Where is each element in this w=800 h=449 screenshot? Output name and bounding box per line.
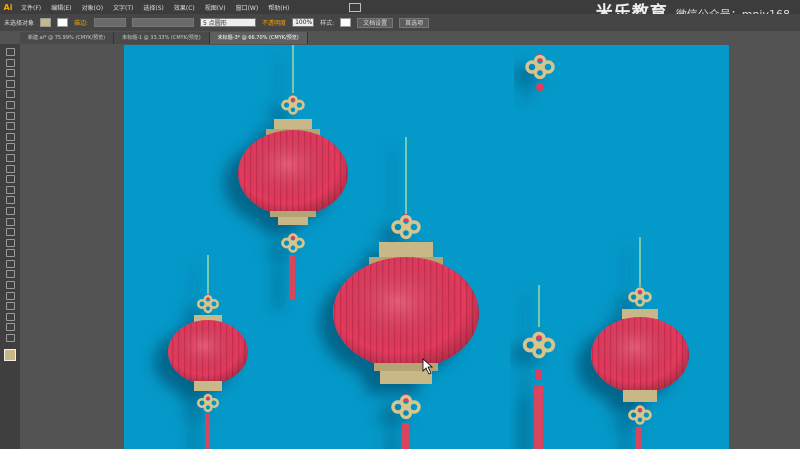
- pen-tool-icon[interactable]: [5, 90, 15, 99]
- rotate-tool-icon[interactable]: [5, 175, 15, 184]
- zoom-tool-icon[interactable]: [5, 334, 15, 343]
- mesh-tool-icon[interactable]: [5, 238, 15, 247]
- hand-tool-icon[interactable]: [5, 323, 15, 332]
- arrange-documents-icon[interactable]: [349, 2, 362, 12]
- slice-tool-icon[interactable]: [5, 312, 15, 321]
- opacity-label[interactable]: 不透明度: [262, 18, 286, 27]
- pencil-tool-icon[interactable]: [5, 143, 15, 152]
- brush-select[interactable]: 5 点圆形: [200, 18, 257, 27]
- lasso-tool-icon[interactable]: [5, 79, 15, 88]
- preferences-button[interactable]: 首选项: [399, 17, 430, 28]
- artboard[interactable]: [124, 45, 729, 449]
- style-label: 样式:: [320, 20, 335, 27]
- column-graph-tool-icon[interactable]: [5, 291, 15, 300]
- gradient-tool-icon[interactable]: [5, 249, 15, 258]
- free-transform-tool-icon[interactable]: [5, 206, 15, 215]
- lantern[interactable]: [168, 255, 248, 449]
- app-logo: Ai: [3, 2, 13, 12]
- style-swatch[interactable]: [340, 18, 352, 27]
- document-setup-button[interactable]: 文档设置: [357, 17, 394, 28]
- opacity-field[interactable]: 100%: [292, 18, 315, 27]
- rectangle-tool-icon[interactable]: [5, 122, 15, 131]
- menu-edit[interactable]: 编辑(E): [46, 3, 76, 12]
- blend-tool-icon[interactable]: [5, 270, 15, 279]
- stroke-swatch[interactable]: [57, 18, 69, 27]
- symbol-sprayer-tool-icon[interactable]: [5, 281, 15, 290]
- menu-view[interactable]: 视图(V): [200, 3, 231, 12]
- variable-width-select[interactable]: [132, 18, 195, 27]
- menu-object[interactable]: 对象(O): [77, 3, 108, 12]
- paintbrush-tool-icon[interactable]: [5, 132, 15, 141]
- shape-builder-tool-icon[interactable]: [5, 217, 15, 226]
- blob-brush-tool-icon[interactable]: [5, 153, 15, 162]
- menu-effect[interactable]: 效果(C): [169, 3, 200, 12]
- fill-stroke-icon[interactable]: [4, 348, 16, 361]
- lantern[interactable]: [238, 45, 348, 300]
- fill-swatch[interactable]: [40, 18, 52, 27]
- control-bar: 未选择对象 描边: 5 点圆形 不透明度 100% 样式: 文档设置 首选项: [0, 14, 800, 31]
- document-tabs: 新建.ai* @ 75.99% (CMYK/预览) 未标题-1 @ 33.33%…: [20, 32, 720, 44]
- tools-panel: [0, 44, 20, 449]
- menu-window[interactable]: 窗口(W): [231, 3, 264, 12]
- menu-file[interactable]: 文件(F): [16, 3, 46, 12]
- direct-selection-tool-icon[interactable]: [5, 58, 15, 67]
- stroke-label[interactable]: 描边:: [74, 18, 88, 27]
- artboard-tool-icon[interactable]: [5, 302, 15, 311]
- selection-status: 未选择对象: [4, 20, 35, 27]
- line-tool-icon[interactable]: [5, 111, 15, 120]
- eyedropper-tool-icon[interactable]: [5, 259, 15, 268]
- artwork: [168, 45, 689, 449]
- width-tool-icon[interactable]: [5, 196, 15, 205]
- menu-select[interactable]: 选择(S): [138, 3, 169, 12]
- menu-type[interactable]: 文字(T): [108, 3, 138, 12]
- scale-tool-icon[interactable]: [5, 185, 15, 194]
- perspective-tool-icon[interactable]: [5, 228, 15, 237]
- type-tool-icon[interactable]: [5, 100, 15, 109]
- eraser-tool-icon[interactable]: [5, 164, 15, 173]
- menu-bar: Ai 文件(F) 编辑(E) 对象(O) 文字(T) 选择(S) 效果(C) 视…: [0, 0, 800, 23]
- magic-wand-tool-icon[interactable]: [5, 69, 15, 78]
- knot-ornament[interactable]: [522, 285, 556, 449]
- selection-tool-icon[interactable]: [5, 48, 15, 56]
- knot-ornament[interactable]: [525, 52, 555, 91]
- lantern[interactable]: [591, 237, 689, 449]
- menu-help[interactable]: 帮助(H): [263, 3, 294, 12]
- tab-document-3[interactable]: 未标题-3* @ 66.70% (CMYK/预览): [209, 32, 308, 44]
- tab-document-1[interactable]: 新建.ai* @ 75.99% (CMYK/预览): [20, 32, 115, 44]
- stroke-weight-field[interactable]: [94, 18, 127, 27]
- tab-document-2[interactable]: 未标题-1 @ 33.33% (CMYK/预览): [114, 32, 210, 44]
- lantern[interactable]: [333, 137, 479, 449]
